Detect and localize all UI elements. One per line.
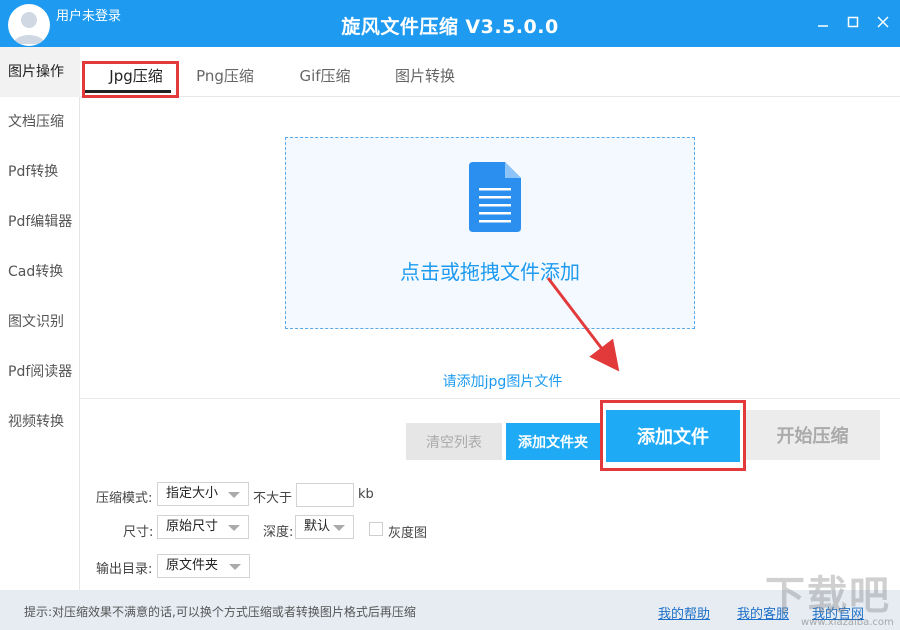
service-link[interactable]: 我的客服 xyxy=(737,603,789,622)
app-title: 旋风文件压缩 V3.5.0.0 xyxy=(341,16,559,38)
start-compress-button[interactable]: 开始压缩 xyxy=(745,410,880,460)
footer-tip: 提示:对压缩效果不满意的话,可以换个方式压缩或者转换图片格式后再压缩 xyxy=(24,605,416,619)
sidebar-item-image-ops[interactable]: 图片操作 xyxy=(0,47,80,97)
title-bar: 用户未登录 旋风文件压缩 V3.5.0.0 xyxy=(0,0,900,47)
chevron-down-icon xyxy=(229,564,241,570)
output-dir-label: 输出目录: xyxy=(96,562,153,577)
output-dir-value: 原文件夹 xyxy=(166,558,219,573)
chevron-down-icon xyxy=(228,492,240,498)
drop-zone-text: 点击或拖拽文件添加 xyxy=(400,260,580,284)
divider xyxy=(80,398,900,399)
output-dir-select[interactable]: 原文件夹 xyxy=(157,554,250,578)
sidebar-item-pdf-convert[interactable]: Pdf转换 xyxy=(0,147,80,197)
compress-mode-label: 压缩模式: xyxy=(96,491,153,506)
clear-list-button[interactable]: 清空列表 xyxy=(406,423,502,460)
size-select[interactable]: 原始尺寸 xyxy=(157,515,249,539)
max-size-label: 不大于 xyxy=(253,491,293,506)
chevron-down-icon xyxy=(333,525,345,531)
website-link[interactable]: 我的官网 xyxy=(812,603,864,622)
size-value: 原始尺寸 xyxy=(166,519,219,534)
minimize-button[interactable] xyxy=(815,14,831,30)
grayscale-checkbox[interactable] xyxy=(369,522,383,536)
document-icon xyxy=(469,162,521,232)
max-size-input[interactable] xyxy=(296,483,354,507)
sidebar-item-video-convert[interactable]: 视频转换 xyxy=(0,397,80,447)
sidebar-item-cad-convert[interactable]: Cad转换 xyxy=(0,247,80,297)
tab-gif-compress[interactable]: Gif压缩 xyxy=(285,47,365,97)
depth-label: 深度: xyxy=(263,525,294,540)
close-icon xyxy=(877,16,889,28)
arrow-annotation-icon xyxy=(546,277,620,372)
sidebar-item-ocr[interactable]: 图文识别 xyxy=(0,297,80,347)
sidebar-item-pdf-editor[interactable]: Pdf编辑器 xyxy=(0,197,80,247)
add-folder-button[interactable]: 添加文件夹 xyxy=(506,423,600,460)
footer: 提示:对压缩效果不满意的话,可以换个方式压缩或者转换图片格式后再压缩 我的帮助 … xyxy=(0,590,900,630)
grayscale-label: 灰度图 xyxy=(388,526,428,541)
sidebar: 图片操作 文档压缩 Pdf转换 Pdf编辑器 Cad转换 图文识别 Pdf阅读器… xyxy=(0,47,80,590)
add-file-button[interactable]: 添加文件 xyxy=(606,410,740,462)
compress-mode-value: 指定大小 xyxy=(166,486,219,501)
tab-png-compress[interactable]: Png压缩 xyxy=(185,47,265,97)
compress-mode-select[interactable]: 指定大小 xyxy=(157,482,249,506)
chevron-down-icon xyxy=(228,525,240,531)
close-button[interactable] xyxy=(875,14,891,30)
hint-text: 请添加jpg图片文件 xyxy=(442,374,563,390)
maximize-button[interactable] xyxy=(845,14,861,30)
help-link[interactable]: 我的帮助 xyxy=(658,603,710,622)
size-label: 尺寸: xyxy=(123,525,154,540)
file-drop-zone[interactable]: 点击或拖拽文件添加 xyxy=(285,137,695,329)
tab-bar: Jpg压缩 Png压缩 Gif压缩 图片转换 xyxy=(80,47,900,97)
maximize-icon xyxy=(847,16,859,28)
active-tab-indicator xyxy=(85,90,171,93)
sidebar-item-doc-compress[interactable]: 文档压缩 xyxy=(0,97,80,147)
depth-value: 默认 xyxy=(304,519,331,534)
minimize-icon xyxy=(818,25,828,27)
size-unit-label: kb xyxy=(358,487,374,502)
tab-image-convert[interactable]: 图片转换 xyxy=(385,47,465,97)
depth-select[interactable]: 默认 xyxy=(295,515,354,539)
